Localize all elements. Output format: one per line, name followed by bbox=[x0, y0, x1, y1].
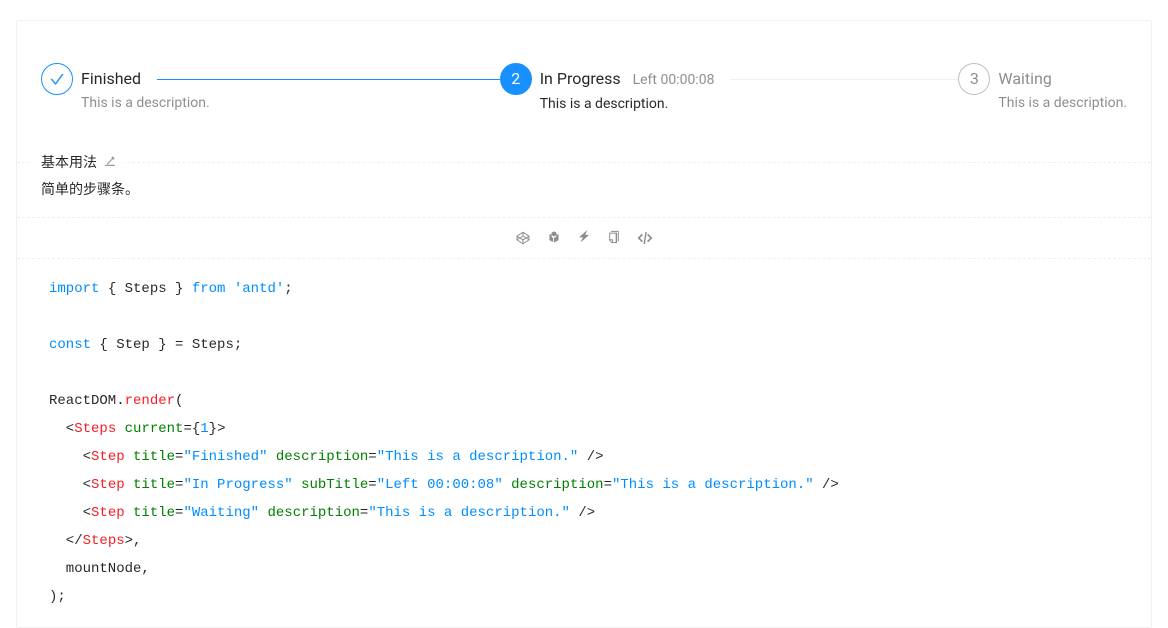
demo-title-text: 基本用法 bbox=[41, 155, 97, 171]
step-description: This is a description. bbox=[81, 95, 210, 111]
code-block: import { Steps } from 'antd'; const { St… bbox=[17, 258, 1151, 627]
step-number-icon: 3 bbox=[958, 63, 990, 95]
stackblitz-icon[interactable] bbox=[577, 230, 591, 244]
steps-demo: Finished This is a description. 2 In Pro… bbox=[17, 21, 1151, 162]
step-description: This is a description. bbox=[540, 96, 731, 112]
demo-description: 简单的步骤条。 bbox=[41, 179, 1127, 199]
step-in-progress: 2 In Progress Left 00:00:08 This is a de… bbox=[500, 63, 959, 112]
step-waiting: 3 Waiting This is a description. bbox=[958, 63, 1127, 112]
demo-card: Finished This is a description. 2 In Pro… bbox=[16, 20, 1152, 628]
demo-title: 基本用法 bbox=[33, 152, 124, 172]
demo-meta: 基本用法 简单的步骤条。 bbox=[17, 162, 1151, 217]
steps-container: Finished This is a description. 2 In Pro… bbox=[41, 63, 1127, 112]
step-number-icon: 2 bbox=[500, 63, 532, 95]
step-title: In Progress Left 00:00:08 bbox=[540, 63, 731, 96]
step-title-text: In Progress bbox=[540, 69, 621, 88]
codesandbox-icon[interactable] bbox=[547, 230, 561, 244]
check-icon bbox=[41, 63, 73, 95]
codepen-icon[interactable] bbox=[515, 230, 531, 246]
edit-icon[interactable] bbox=[104, 156, 116, 170]
step-title: Waiting bbox=[998, 63, 1067, 95]
demo-actions bbox=[17, 217, 1151, 258]
step-title: Finished bbox=[81, 63, 157, 95]
code-icon[interactable] bbox=[637, 230, 653, 246]
step-description: This is a description. bbox=[998, 95, 1127, 111]
step-subtitle: Left 00:00:08 bbox=[633, 72, 715, 88]
step-finished: Finished This is a description. bbox=[41, 63, 500, 112]
copy-icon[interactable] bbox=[607, 230, 621, 244]
